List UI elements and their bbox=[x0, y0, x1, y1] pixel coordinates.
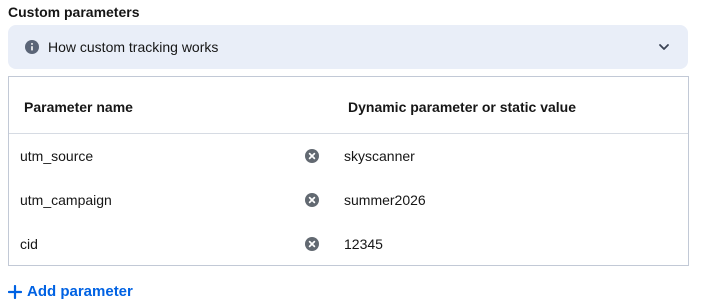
parameter-name[interactable]: utm_source bbox=[20, 148, 93, 164]
remove-icon[interactable] bbox=[305, 193, 319, 207]
table-row: utm_campaign summer2026 bbox=[9, 178, 688, 222]
remove-icon[interactable] bbox=[305, 237, 319, 251]
table-row: utm_source skyscanner bbox=[9, 134, 688, 178]
chevron-down-icon[interactable] bbox=[658, 41, 670, 53]
add-parameter-label: Add parameter bbox=[27, 283, 133, 300]
remove-icon[interactable] bbox=[305, 149, 319, 163]
table-row: cid 12345 bbox=[9, 222, 688, 266]
column-header-value: Dynamic parameter or static value bbox=[348, 99, 576, 115]
parameters-table: Parameter name Dynamic parameter or stat… bbox=[8, 76, 689, 266]
parameter-name[interactable]: cid bbox=[20, 236, 38, 252]
parameter-name[interactable]: utm_campaign bbox=[20, 192, 112, 208]
parameter-value[interactable]: skyscanner bbox=[344, 148, 415, 164]
column-header-parameter-name: Parameter name bbox=[24, 99, 133, 115]
add-parameter-button[interactable]: Add parameter bbox=[8, 283, 133, 301]
how-it-works-accordion[interactable]: How custom tracking works bbox=[8, 25, 688, 69]
info-icon bbox=[25, 40, 39, 54]
parameter-value[interactable]: summer2026 bbox=[344, 192, 426, 208]
section-title: Custom parameters bbox=[8, 4, 140, 20]
plus-icon bbox=[8, 285, 22, 299]
accordion-label: How custom tracking works bbox=[48, 39, 219, 55]
parameter-value[interactable]: 12345 bbox=[344, 236, 383, 252]
table-header: Parameter name Dynamic parameter or stat… bbox=[9, 77, 688, 134]
